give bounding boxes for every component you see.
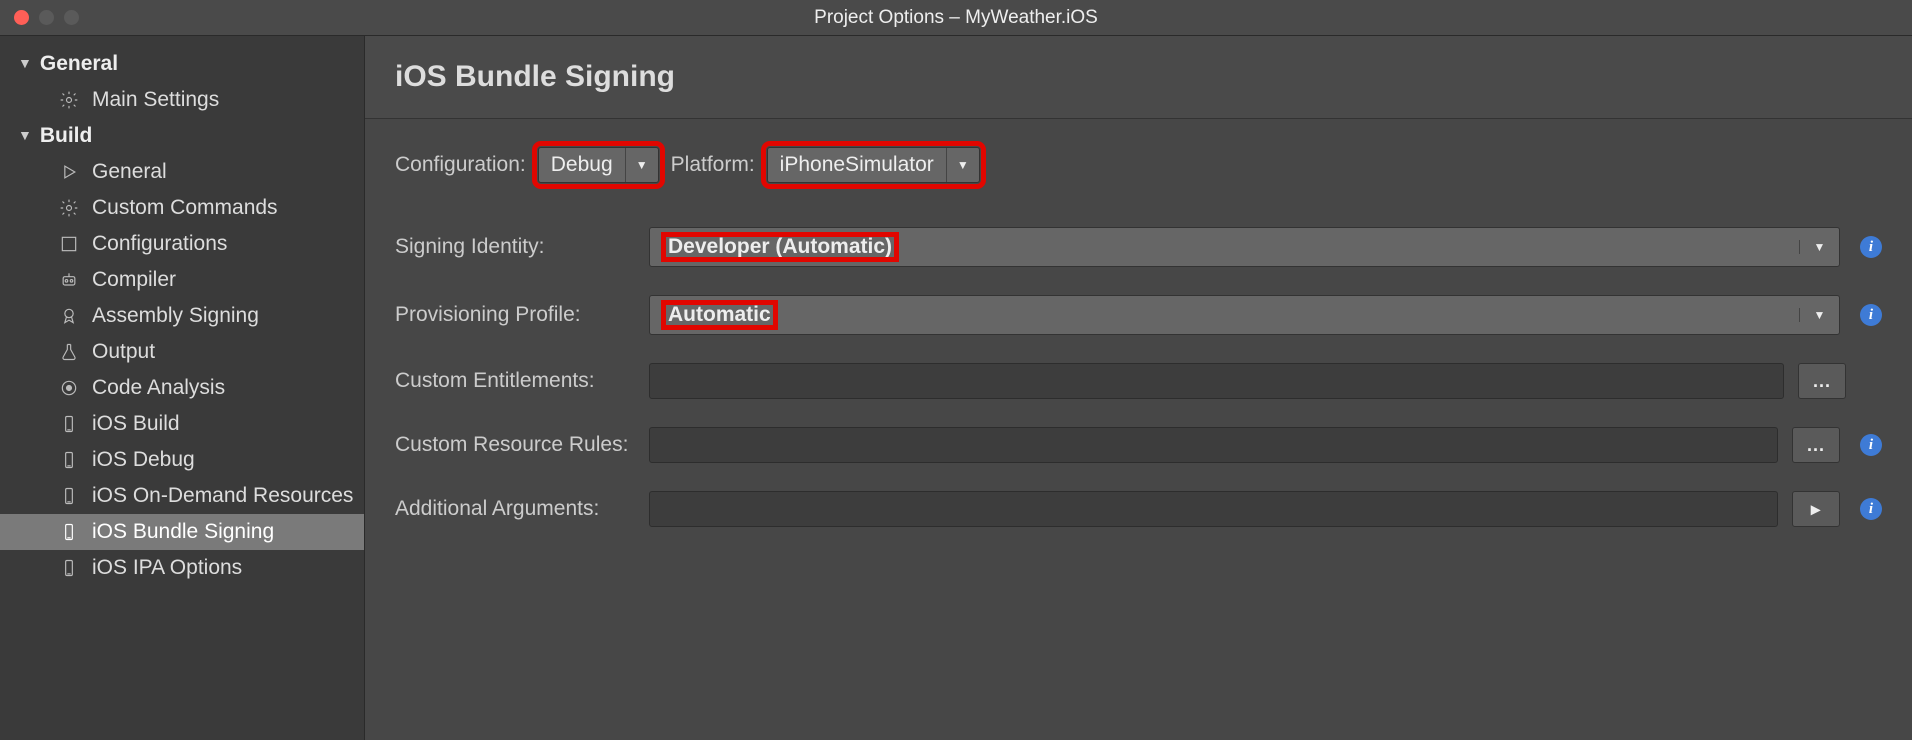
sidebar-item-output[interactable]: Output xyxy=(0,334,364,370)
sidebar-item-label: iOS On-Demand Resources xyxy=(92,484,353,508)
configuration-value: Debug xyxy=(539,148,626,182)
signing-identity-label: Signing Identity: xyxy=(395,235,635,259)
disclosure-triangle-icon: ▼ xyxy=(18,55,32,71)
browse-entitlements-button[interactable]: ... xyxy=(1798,363,1846,399)
device-icon xyxy=(58,557,80,579)
chevron-down-icon: ▼ xyxy=(947,158,979,172)
sidebar-item-label: Configurations xyxy=(92,232,227,256)
device-icon xyxy=(58,485,80,507)
device-icon xyxy=(58,521,80,543)
square-icon xyxy=(58,233,80,255)
platform-label: Platform: xyxy=(671,153,755,177)
configuration-dropdown[interactable]: Debug ▼ xyxy=(538,147,659,183)
sidebar-item-label: Code Analysis xyxy=(92,376,225,400)
gear-icon xyxy=(58,197,80,219)
browse-resource-rules-button[interactable]: ... xyxy=(1792,427,1840,463)
platform-dropdown[interactable]: iPhoneSimulator ▼ xyxy=(767,147,980,183)
titlebar: Project Options – MyWeather.iOS xyxy=(0,0,1912,36)
custom-entitlements-input[interactable] xyxy=(649,363,1784,399)
sidebar-item-ios-build[interactable]: iOS Build xyxy=(0,406,364,442)
page-title: iOS Bundle Signing xyxy=(395,60,1882,94)
configuration-label: Configuration: xyxy=(395,153,526,177)
sidebar-item-configurations[interactable]: Configurations xyxy=(0,226,364,262)
sidebar-item-build-general[interactable]: General xyxy=(0,154,364,190)
sidebar-section-label: General xyxy=(40,52,118,76)
chevron-down-icon: ▼ xyxy=(1799,308,1839,322)
sidebar-section-general[interactable]: ▼ General xyxy=(0,46,364,82)
sidebar-item-ios-bundle-signing[interactable]: iOS Bundle Signing xyxy=(0,514,364,550)
custom-resource-rules-label: Custom Resource Rules: xyxy=(395,433,635,457)
provisioning-profile-value: Automatic xyxy=(664,303,775,327)
signing-identity-dropdown[interactable]: Developer (Automatic) ▼ xyxy=(649,227,1840,267)
sidebar-item-custom-commands[interactable]: Custom Commands xyxy=(0,190,364,226)
sidebar-item-ios-odr[interactable]: iOS On-Demand Resources xyxy=(0,478,364,514)
sidebar-item-ios-ipa-options[interactable]: iOS IPA Options xyxy=(0,550,364,586)
additional-arguments-input[interactable] xyxy=(649,491,1778,527)
window-title: Project Options – MyWeather.iOS xyxy=(0,7,1912,29)
info-icon[interactable]: i xyxy=(1860,434,1882,456)
run-arguments-button[interactable]: ▸ xyxy=(1792,491,1840,527)
sidebar-item-compiler[interactable]: Compiler xyxy=(0,262,364,298)
chevron-down-icon: ▼ xyxy=(1799,240,1839,254)
sidebar: ▼ General Main Settings ▼ Build General … xyxy=(0,36,365,740)
sidebar-section-label: Build xyxy=(40,124,93,148)
info-icon[interactable]: i xyxy=(1860,304,1882,326)
config-platform-row: Configuration: Debug ▼ Platform: iPhoneS… xyxy=(395,147,1882,183)
play-icon xyxy=(58,161,80,183)
sidebar-item-label: iOS Bundle Signing xyxy=(92,520,274,544)
sidebar-item-label: Main Settings xyxy=(92,88,219,112)
sidebar-item-label: General xyxy=(92,160,167,184)
medal-icon xyxy=(58,305,80,327)
custom-resource-rules-input[interactable] xyxy=(649,427,1778,463)
sidebar-item-label: Compiler xyxy=(92,268,176,292)
sidebar-item-label: iOS Debug xyxy=(92,448,195,472)
flask-icon xyxy=(58,341,80,363)
project-options-window: Project Options – MyWeather.iOS ▼ Genera… xyxy=(0,0,1912,740)
sidebar-item-ios-debug[interactable]: iOS Debug xyxy=(0,442,364,478)
robot-icon xyxy=(58,269,80,291)
sidebar-item-label: Output xyxy=(92,340,155,364)
content-pane: iOS Bundle Signing Configuration: Debug … xyxy=(365,36,1912,740)
target-icon xyxy=(58,377,80,399)
sidebar-item-main-settings[interactable]: Main Settings xyxy=(0,82,364,118)
custom-entitlements-label: Custom Entitlements: xyxy=(395,369,635,393)
device-icon xyxy=(58,413,80,435)
sidebar-item-label: Assembly Signing xyxy=(92,304,259,328)
device-icon xyxy=(58,449,80,471)
provisioning-profile-label: Provisioning Profile: xyxy=(395,303,635,327)
disclosure-triangle-icon: ▼ xyxy=(18,127,32,143)
sidebar-section-build[interactable]: ▼ Build xyxy=(0,118,364,154)
signing-identity-value: Developer (Automatic) xyxy=(664,235,896,259)
chevron-down-icon: ▼ xyxy=(626,158,658,172)
gear-icon xyxy=(58,89,80,111)
sidebar-item-assembly-signing[interactable]: Assembly Signing xyxy=(0,298,364,334)
additional-arguments-label: Additional Arguments: xyxy=(395,497,635,521)
sidebar-item-label: Custom Commands xyxy=(92,196,278,220)
content-header: iOS Bundle Signing xyxy=(365,36,1912,119)
sidebar-item-code-analysis[interactable]: Code Analysis xyxy=(0,370,364,406)
sidebar-item-label: iOS Build xyxy=(92,412,180,436)
provisioning-profile-dropdown[interactable]: Automatic ▼ xyxy=(649,295,1840,335)
info-icon[interactable]: i xyxy=(1860,236,1882,258)
sidebar-item-label: iOS IPA Options xyxy=(92,556,242,580)
info-icon[interactable]: i xyxy=(1860,498,1882,520)
platform-value: iPhoneSimulator xyxy=(768,148,947,182)
